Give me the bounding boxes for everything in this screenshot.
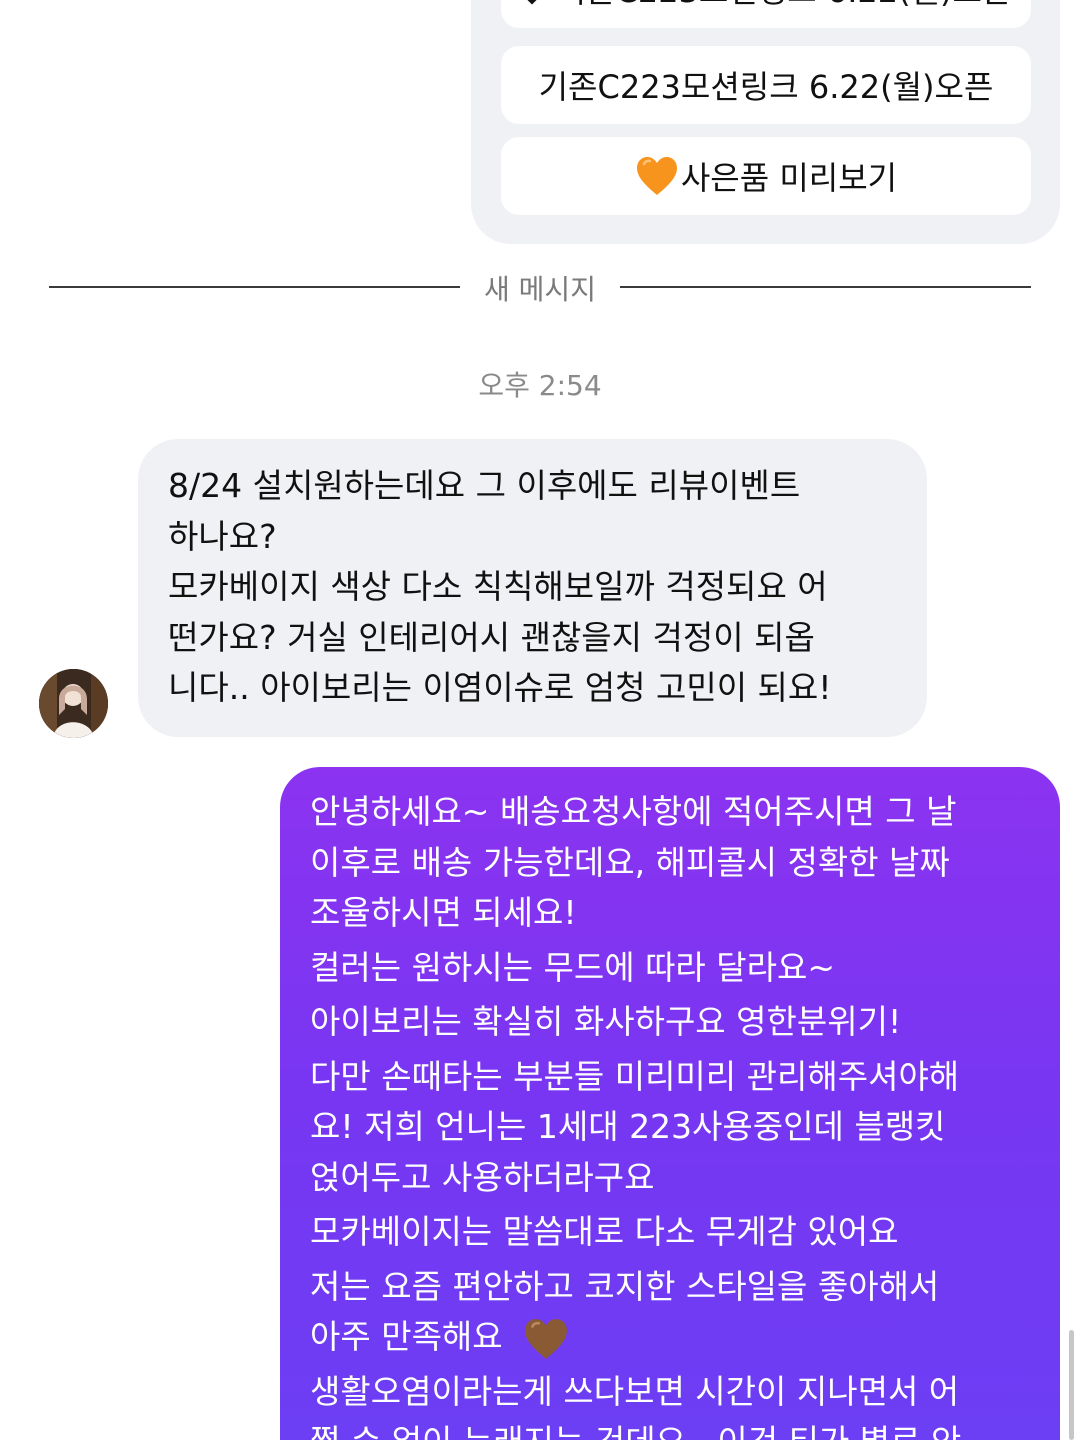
quick-reply-label: 사은품 미리보기 bbox=[680, 159, 898, 197]
message-line: 떤가요? 거실 인테리어시 괜찮을지 걱정이 되옵 bbox=[168, 617, 815, 657]
message-line: 얹어두고 사용하더라구요 bbox=[310, 1157, 655, 1197]
message-line: 모카베이지는 말씀대로 다소 무게감 있어요 bbox=[310, 1212, 899, 1251]
message-text: 아주 만족해요 bbox=[310, 1317, 503, 1356]
message-line: 저는 요즘 편안하고 코지한 스타일을 좋아해서 bbox=[310, 1266, 940, 1306]
quick-reply-card: 기존C223모션링크 6.22(월)오픈 기존C223모션링크 6.22(월)오… bbox=[471, 0, 1060, 244]
message-line: 요! 저희 언니는 1세대 223사용중인데 블랭킷 bbox=[310, 1107, 946, 1146]
scrollbar[interactable] bbox=[1069, 1330, 1074, 1440]
message-line: 8/24 설치원하는데요 그 이후에도 리뷰이벤트 bbox=[168, 466, 801, 505]
message-line: 이후로 배송 가능한데요, 해피콜시 정확한 날짜 bbox=[310, 842, 950, 882]
quick-reply-label: 기존C223모션링크 6.22(월)오픈 bbox=[538, 68, 994, 106]
map-pin-icon bbox=[516, 0, 548, 5]
quick-reply-button-motionlink[interactable]: 기존C223모션링크 6.22(월)오픈 bbox=[501, 46, 1031, 124]
divider-line-right bbox=[620, 286, 1031, 288]
chat-screen: 기존C223모션링크 6.22(월)오픈 기존C223모션링크 6.22(월)오… bbox=[0, 0, 1080, 1440]
message-line: 니다.. 아이보리는 이염이슈로 엄청 고민이 되요! bbox=[168, 668, 832, 707]
message-line: 생활오염이라는게 쓰다보면 시간이 지나면서 어 bbox=[310, 1371, 960, 1411]
outgoing-message-bubble[interactable]: 안녕하세요~ 배송요청사항에 적어주시면 그 날 이후로 배송 가능한데요, 해… bbox=[280, 767, 1060, 1440]
message-line: 다만 손때타는 부분들 미리미리 관리해주셔야해 bbox=[310, 1056, 960, 1096]
incoming-message-bubble[interactable]: 8/24 설치원하는데요 그 이후에도 리뷰이벤트 하나요? 모카베이지 색상 … bbox=[138, 439, 927, 737]
orange-heart-icon bbox=[636, 157, 677, 195]
brown-heart-icon bbox=[525, 1318, 568, 1359]
message-line-with-heart: 아주 만족해요 bbox=[310, 1312, 1040, 1363]
message-line: 조율하시면 되세요! bbox=[310, 893, 577, 932]
new-messages-label: 새 메시지 bbox=[484, 273, 596, 306]
sender-avatar[interactable] bbox=[39, 669, 108, 738]
message-line: 쩔 수 없이 누래지는 건데요.. 이건 티가 별로 안 bbox=[310, 1417, 1040, 1440]
message-line: 모카베이지 색상 다소 칙칙해보일까 걱정되요 어 bbox=[168, 567, 828, 606]
quick-reply-label: 기존C223모션링크 6.22(월)오픈 bbox=[557, 0, 1012, 12]
message-line: 하나요? bbox=[168, 516, 277, 556]
quick-reply-button-gift-preview[interactable]: 사은품 미리보기 bbox=[501, 137, 1031, 215]
message-line: 아이보리는 확실히 화사하구요 영한분위기! bbox=[310, 1002, 902, 1041]
message-timestamp: 오후 2:54 bbox=[478, 369, 602, 402]
message-line: 안녕하세요~ 배송요청사항에 적어주시면 그 날 bbox=[310, 792, 957, 831]
message-line: 컬러는 원하시는 무드에 따라 달라요~ bbox=[310, 947, 836, 987]
quick-reply-button-motionlink-partial[interactable]: 기존C223모션링크 6.22(월)오픈 bbox=[501, 0, 1031, 28]
divider-line-left bbox=[49, 286, 460, 288]
